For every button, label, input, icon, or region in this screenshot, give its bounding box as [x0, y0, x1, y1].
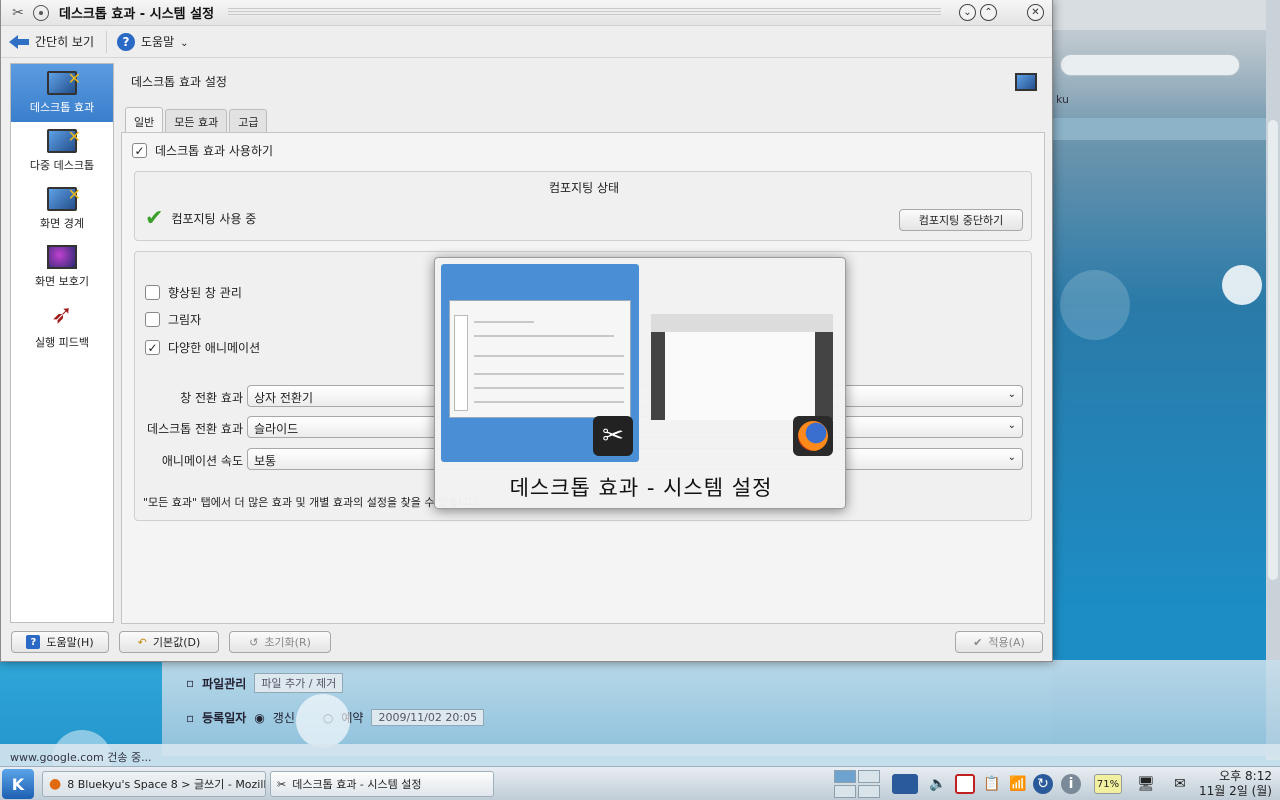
check-icon: ✔ — [145, 206, 164, 231]
overview-button[interactable]: 간단히 보기 — [9, 33, 94, 50]
chevron-down-icon: ⌄ — [180, 38, 189, 49]
sidebar-item-launch-feedback[interactable]: ➶ 실행 피드백 — [11, 296, 113, 354]
firefox-app-icon — [793, 416, 833, 456]
updates-icon[interactable]: ↻ — [1033, 774, 1053, 794]
pager-desktop-2[interactable] — [858, 770, 880, 783]
background-browser-window: ku — [1052, 0, 1280, 760]
taskbar: K ● 8 Bluekyu's Space 8 > 글쓰기 - Mozilla … — [0, 766, 1280, 800]
reset-button[interactable]: ↺ 초기화(R) — [229, 631, 331, 653]
screensaver-icon — [47, 245, 77, 269]
switcher-thumbnail-firefox[interactable] — [645, 264, 843, 462]
close-button[interactable]: ✕ — [1027, 4, 1044, 21]
minimize-button[interactable]: ⌄ — [959, 4, 976, 21]
system-settings-app-icon: ✂ — [593, 416, 633, 456]
help-menu-button[interactable]: ? 도움말 ⌄ — [117, 32, 189, 51]
window-title: 데스크톱 효과 - 시스템 설정 — [59, 7, 215, 22]
shadows-row[interactable]: 그림자 — [145, 311, 201, 328]
enable-effects-row[interactable]: ✓ 데스크톱 효과 사용하기 — [132, 142, 273, 159]
back-arrow-icon — [9, 34, 29, 49]
animation-speed-label: 애니메이션 속도 — [161, 454, 243, 468]
help-icon: ? — [117, 32, 136, 51]
pin-icon[interactable] — [33, 4, 49, 21]
enable-effects-checkbox[interactable]: ✓ — [132, 143, 147, 158]
improved-window-management-row[interactable]: 향상된 창 관리 — [145, 284, 242, 301]
tools-icon: ✂ — [277, 777, 287, 791]
kde-menu-button[interactable]: K — [2, 769, 34, 799]
page-title: 데스크톱 효과 설정 — [131, 75, 227, 89]
tab-bar: 일반 모든 효과 고급 — [125, 107, 268, 134]
animations-row[interactable]: ✓ 다양한 애니메이션 — [145, 339, 260, 356]
sidebar-item-screen-edges[interactable]: 화면 경계 — [11, 180, 113, 238]
desktop-switching-label: 데스크톱 전환 효과 — [147, 422, 243, 436]
chevron-down-icon: ⌄ — [1007, 389, 1016, 400]
improved-window-management-checkbox[interactable] — [145, 285, 160, 300]
window-preview — [651, 314, 833, 420]
volume-icon[interactable]: 🔈 — [928, 774, 948, 794]
multiple-desktops-icon — [47, 127, 81, 153]
tab-all-effects[interactable]: 모든 효과 — [165, 109, 228, 134]
tab-general[interactable]: 일반 — [125, 107, 164, 134]
pager-desktop-1[interactable] — [834, 770, 856, 783]
chevron-down-icon: ⌄ — [1007, 420, 1016, 431]
desktop-effects-icon — [47, 69, 81, 95]
apply-check-icon: ✔ — [973, 635, 983, 649]
tab-advanced[interactable]: 고급 — [229, 109, 268, 134]
dialog-button-bar: ? 도움말(H) ↶ 기본값(D) ↺ 초기화(R) ✔ 적용(A) — [1, 627, 1052, 659]
window-switching-label: 창 전환 효과 — [180, 391, 243, 405]
compositing-status-text: 컴포지팅 사용 중 — [171, 212, 257, 226]
battery-indicator[interactable]: 71% — [1094, 774, 1122, 794]
screen-edges-icon — [47, 185, 81, 211]
background-scrollbar — [1266, 0, 1280, 760]
task-firefox[interactable]: ● 8 Bluekyu's Space 8 > 글쓰기 - Mozilla Fi — [42, 771, 266, 797]
compositing-status-group: 컴포지팅 상태 ✔ 컴포지팅 사용 중 컴포지팅 중단하기 — [134, 171, 1032, 241]
all-effects-hint: "모든 효과" 탭에서 더 많은 효과 및 개별 효과의 설정을 찾을 수 있습… — [143, 496, 479, 509]
switcher-thumbnail-system-settings[interactable]: ✂ — [441, 264, 639, 462]
chevron-down-icon: ⌄ — [1007, 452, 1016, 463]
launch-feedback-icon: ➶ — [51, 300, 73, 330]
info-icon[interactable]: i — [1061, 774, 1081, 794]
toolbar: 간단히 보기 ? 도움말 ⌄ — [1, 26, 1052, 58]
help-icon: ? — [26, 635, 41, 649]
tools-icon[interactable]: ✂ — [9, 4, 27, 22]
switcher-window-title: 데스크톱 효과 - 시스템 설정 — [509, 476, 773, 500]
pager-desktop-4[interactable] — [858, 785, 880, 798]
animations-checkbox[interactable]: ✓ — [145, 340, 160, 355]
maximize-button[interactable]: ⌃ — [980, 4, 997, 21]
desktop-effects-page-icon — [1015, 73, 1037, 91]
background-search-field — [1060, 54, 1240, 76]
reset-icon: ↺ — [249, 635, 259, 649]
suspend-compositing-button[interactable]: 컴포지팅 중단하기 — [899, 209, 1023, 231]
apply-button[interactable]: ✔ 적용(A) — [955, 631, 1043, 653]
pager-desktop-3[interactable] — [834, 785, 856, 798]
help-button[interactable]: ? 도움말(H) — [11, 631, 109, 653]
window-preview — [449, 300, 631, 418]
window-switcher-overlay: ✂ 데스크톱 효과 - 시스템 설정 — [434, 257, 846, 509]
clock[interactable]: 오후 8:12 11월 2일 (월) — [1199, 769, 1272, 799]
defaults-icon: ↶ — [137, 635, 147, 649]
sidebar-item-screensaver[interactable]: 화면 보호기 — [11, 238, 113, 296]
screen-icon[interactable]: 🖥 — [1134, 774, 1158, 794]
sidebar-item-multiple-desktops[interactable]: 다중 데스크톱 — [11, 122, 113, 180]
clipboard-icon[interactable]: 📋 — [982, 774, 1002, 794]
defaults-button[interactable]: ↶ 기본값(D) — [119, 631, 219, 653]
mail-icon[interactable]: ✉ — [1170, 774, 1190, 794]
notes-icon[interactable] — [955, 774, 975, 794]
sidebar: 데스크톱 효과 다중 데스크톱 화면 경계 화면 보호기 ➶ 실행 피드백 — [10, 63, 114, 623]
firefox-icon: ● — [49, 776, 62, 792]
title-bar[interactable]: ✂ 데스크톱 효과 - 시스템 설정 ⌄ ⌃ ✕ — [1, 0, 1052, 26]
shadows-checkbox[interactable] — [145, 312, 160, 327]
desktop-pager[interactable] — [834, 770, 880, 798]
sidebar-item-desktop-effects[interactable]: 데스크톱 효과 — [11, 64, 113, 122]
task-system-settings[interactable]: ✂ 데스크톱 효과 - 시스템 설정 — [270, 771, 494, 797]
background-status-bar: www.google.com 건송 중... — [0, 744, 1280, 766]
compositing-status-title: 컴포지팅 상태 — [548, 181, 620, 195]
network-icon[interactable]: 📶 — [1008, 774, 1028, 794]
show-desktop-icon[interactable] — [892, 774, 918, 794]
